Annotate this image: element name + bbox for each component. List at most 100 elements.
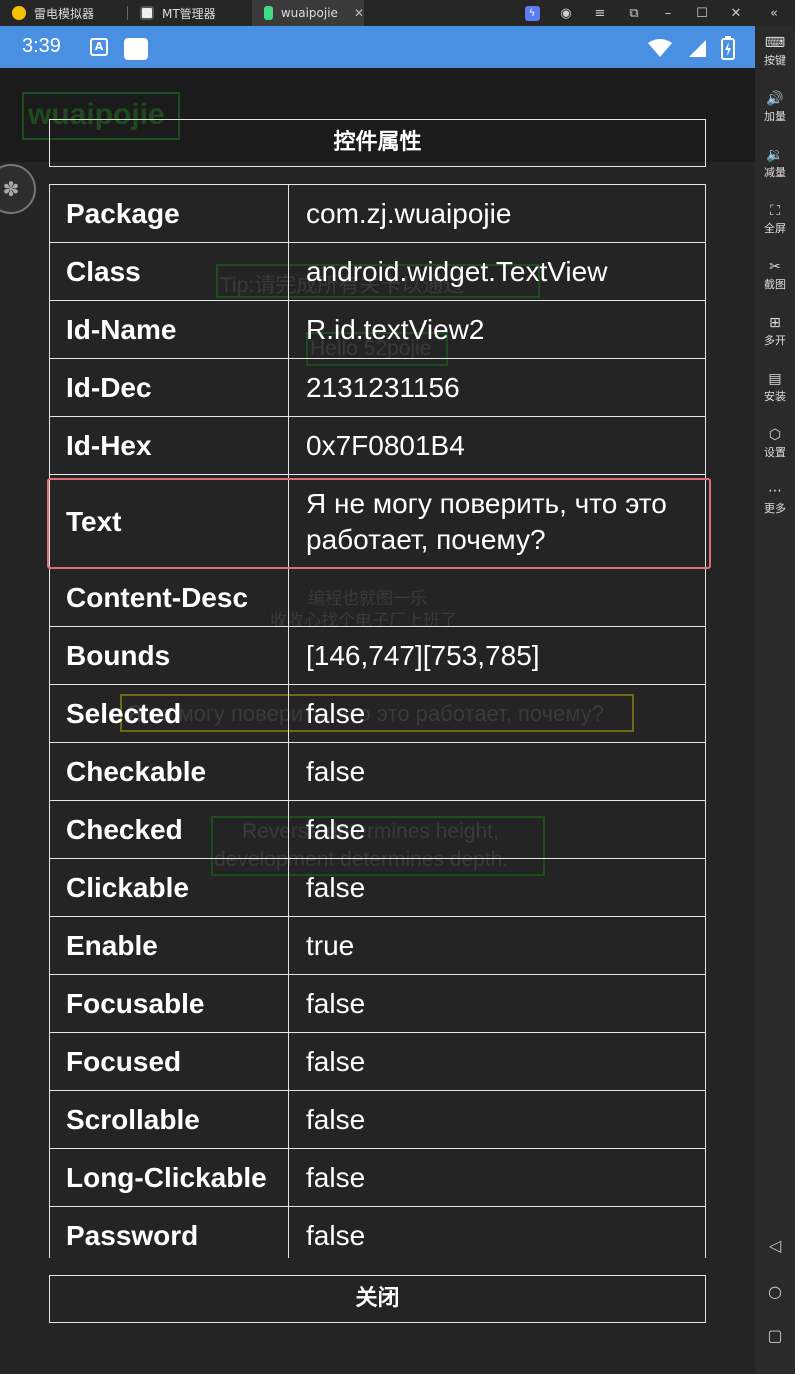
emulator-sidebar: ⌨ 按键 🔊 加量 🔉 减量 ⛶ 全屏 ✂ 截图 ⊞ 多开 ▤ 安装 ⬡ 设置 ⋯ 更多 ◁ ○ …: [755, 26, 795, 1374]
maximize-icon[interactable]: ☐: [685, 0, 719, 26]
attribute-table[interactable]: Package com.zj.wuaipojie Class android.wid…: [49, 184, 706, 1258]
minimize-icon[interactable]: –: [651, 0, 685, 26]
tab-wuaipojie[interactable]: wuaipojie ✕: [252, 0, 364, 26]
attr-value: false: [306, 755, 366, 787]
volume-down-icon: 🔉: [766, 147, 784, 163]
attr-key: Id-Name: [50, 301, 289, 358]
table-row: Content-Desc: [50, 569, 705, 627]
battery-charging-icon: [721, 36, 735, 60]
mt-manager-icon: [140, 6, 154, 20]
attr-value: 0x7F0801B4: [306, 429, 465, 461]
attr-value: false: [306, 697, 366, 729]
bolt-icon[interactable]: ϟ: [515, 0, 549, 26]
sidebar-item-label: 设置: [764, 446, 786, 459]
sidebar-item-label: 更多: [764, 502, 786, 515]
sidebar-item-multi[interactable]: ⊞ 多开: [755, 314, 795, 348]
attr-value: false: [306, 1219, 366, 1251]
attr-value: [146,747][753,785]: [306, 639, 540, 671]
recents-icon[interactable]: ▢: [755, 1326, 795, 1345]
attr-value: false: [306, 871, 366, 903]
tab-label: 雷电模拟器: [34, 6, 95, 21]
tab-label: MT管理器: [162, 6, 216, 21]
sidebar-item-label: 减量: [764, 166, 786, 179]
sidebar-item-keys[interactable]: ⌨ 按键: [755, 34, 795, 68]
attr-key: Id-Dec: [50, 359, 289, 416]
sidebar-item-fullscreen[interactable]: ⛶ 全屏: [755, 202, 795, 236]
android-app-icon: [264, 6, 273, 20]
sidebar-item-label: 全屏: [764, 222, 786, 235]
attr-value: false: [306, 987, 366, 1019]
popout-icon[interactable]: ⧉: [617, 0, 651, 26]
tab-mt-manager[interactable]: MT管理器: [128, 0, 252, 26]
table-row: Bounds [146,747][753,785]: [50, 627, 705, 685]
fullscreen-icon: ⛶: [770, 203, 780, 219]
home-icon[interactable]: ○: [755, 1282, 795, 1301]
dialog-title: 控件属性: [49, 119, 706, 167]
attr-key: Id-Hex: [50, 417, 289, 474]
attr-value: 2131231156: [306, 371, 460, 403]
sidebar-item-volume-down[interactable]: 🔉 减量: [755, 146, 795, 180]
attr-value: false: [306, 1161, 366, 1193]
table-row: Scrollable false: [50, 1091, 705, 1149]
attr-value: false: [306, 813, 366, 845]
sidebar-item-more[interactable]: ⋯ 更多: [755, 482, 795, 516]
attr-value: true: [306, 929, 355, 961]
attr-value: Я не могу поверить, что это работает, по…: [306, 487, 667, 555]
attr-value: false: [306, 1103, 366, 1135]
table-row: Id-Name R.id.textView2: [50, 301, 705, 359]
table-row-highlighted: Text Я не могу поверить, что это работает…: [50, 475, 705, 569]
close-tab-icon[interactable]: ✕: [354, 6, 364, 20]
attr-value: R.id.textView2: [306, 313, 485, 345]
attr-key: Focused: [50, 1033, 289, 1090]
attr-key: Enable: [50, 917, 289, 974]
attr-value: false: [306, 1045, 366, 1077]
table-row: Package com.zj.wuaipojie: [50, 185, 705, 243]
status-time: 3:39: [22, 35, 61, 57]
attr-value: com.zj.wuaipojie: [306, 197, 512, 229]
account-icon[interactable]: ◉: [549, 0, 583, 26]
table-row: Enable true: [50, 917, 705, 975]
ldplayer-logo-icon: [12, 6, 26, 20]
sidebar-item-label: 截图: [764, 278, 786, 291]
tab-label: wuaipojie: [280, 6, 338, 20]
sidebar-item-settings[interactable]: ⬡ 设置: [755, 426, 795, 460]
sidebar-item-volume-up[interactable]: 🔊 加量: [755, 90, 795, 124]
attr-key: Text: [50, 475, 289, 568]
tab-ldplayer[interactable]: 雷电模拟器: [0, 0, 128, 26]
attr-value: [289, 569, 705, 626]
attr-key: Bounds: [50, 627, 289, 684]
notification-icon: [124, 38, 148, 60]
settings-icon: ⬡: [768, 427, 782, 443]
table-row: Long-Clickable false: [50, 1149, 705, 1207]
table-row: Id-Dec 2131231156: [50, 359, 705, 417]
volume-up-icon: 🔊: [766, 91, 784, 107]
table-row: Class android.widget.TextView: [50, 243, 705, 301]
floating-ladybug-button[interactable]: ✽: [0, 164, 36, 214]
table-row: Clickable false: [50, 859, 705, 917]
sidebar-item-label: 按键: [764, 54, 786, 67]
more-icon: ⋯: [768, 483, 782, 499]
close-icon[interactable]: ✕: [719, 0, 753, 26]
attr-value: android.widget.TextView: [306, 255, 608, 287]
table-row: Focused false: [50, 1033, 705, 1091]
menu-icon[interactable]: ≡: [583, 0, 617, 26]
back-icon[interactable]: ◁: [755, 1236, 795, 1255]
table-row: Checkable false: [50, 743, 705, 801]
phone-screen: 3:39 A wuaipojie Tip:请完成所有关卡以通过 Hello 52…: [0, 26, 755, 1374]
close-button[interactable]: 关闭: [49, 1275, 706, 1323]
status-bar: 3:39 A: [0, 26, 755, 68]
scissors-icon: ✂: [769, 259, 781, 275]
attr-key: Content-Desc: [50, 569, 289, 626]
attr-key: Focusable: [50, 975, 289, 1032]
signal-icon: [689, 40, 706, 57]
table-row: Focusable false: [50, 975, 705, 1033]
attr-key: Long-Clickable: [50, 1149, 289, 1206]
wifi-icon: [648, 39, 672, 57]
sidebar-item-install[interactable]: ▤ 安装: [755, 370, 795, 404]
keyboard-a-icon: A: [90, 38, 108, 56]
collapse-icon[interactable]: «: [757, 0, 791, 26]
attr-key: Class: [50, 243, 289, 300]
sidebar-item-screenshot[interactable]: ✂ 截图: [755, 258, 795, 292]
sidebar-item-label: 安装: [764, 390, 786, 403]
sidebar-item-label: 加量: [764, 110, 786, 123]
